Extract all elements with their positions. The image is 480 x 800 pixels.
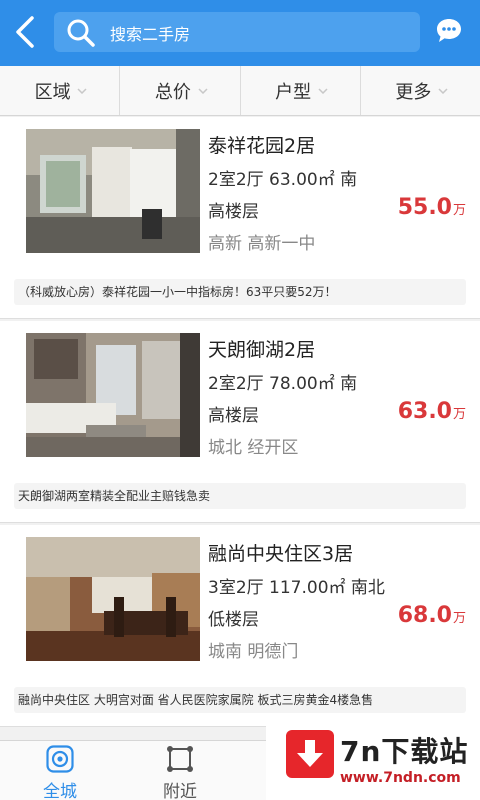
search-input[interactable]: 搜索二手房 xyxy=(54,12,420,52)
target-icon xyxy=(46,745,74,773)
filter-label: 总价 xyxy=(154,81,191,103)
price-value: 68.0 xyxy=(397,603,452,628)
filter-layout[interactable]: 户型 xyxy=(241,66,361,115)
listing-floor: 高楼层 xyxy=(208,406,259,426)
listing-layout: 2室2厅 63.00㎡ 南 xyxy=(208,170,358,190)
listing-layout: 3室2厅 117.00㎡ 南北 xyxy=(208,578,385,598)
listing-description: 融尚中央住区 大明宫对面 省人民医院家属院 板式三房黄金4楼急售 xyxy=(14,687,466,713)
filter-label: 户型 xyxy=(275,81,312,103)
back-chevron-icon[interactable] xyxy=(10,14,42,50)
tab-nearby[interactable]: 附近 xyxy=(120,741,240,800)
tab-label: 全城 xyxy=(43,782,77,800)
listing-layout: 2室2厅 78.00㎡ 南 xyxy=(208,374,358,394)
price-value: 55.0 xyxy=(397,195,452,220)
watermark-url: www.7ndn.com xyxy=(340,770,461,786)
listing-location: 城北 经开区 xyxy=(208,438,299,458)
caret-down-icon xyxy=(77,88,87,94)
listing-price: 63.0万 xyxy=(398,399,466,424)
listing-location: 高新 高新一中 xyxy=(208,234,316,254)
caret-down-icon xyxy=(197,88,208,94)
listing-title: 融尚中央住区3居 xyxy=(208,543,354,565)
search-icon xyxy=(66,18,96,48)
listing-description: 天朗御湖两室精装全配业主赔钱急卖 xyxy=(14,483,466,509)
site-watermark: 7n下载站 www.7ndn.com xyxy=(266,718,480,800)
chat-bubble-icon[interactable] xyxy=(434,16,464,46)
listing-price: 68.0万 xyxy=(398,603,466,628)
listing-item[interactable]: 融尚中央住区3居 3室2厅 117.00㎡ 南北 低楼层 城南 明德门 68.0… xyxy=(0,525,480,727)
tab-all-city[interactable]: 全城 xyxy=(0,741,120,800)
listing-list: 泰祥花园2居 2室2厅 63.00㎡ 南 高楼层 高新 高新一中 55.0万 （… xyxy=(0,117,480,727)
listing-floor: 低楼层 xyxy=(208,610,259,630)
filter-bar: 区域 总价 户型 更多 xyxy=(0,66,480,116)
listing-floor: 高楼层 xyxy=(208,202,259,222)
top-bar: 搜索二手房 xyxy=(0,0,480,66)
nearby-frame-icon xyxy=(166,745,194,773)
caret-down-icon xyxy=(438,88,448,94)
listing-photo xyxy=(26,537,200,661)
tab-label: 附近 xyxy=(163,782,197,800)
listing-title: 泰祥花园2居 xyxy=(208,135,316,157)
listing-item[interactable]: 泰祥花园2居 2室2厅 63.00㎡ 南 高楼层 高新 高新一中 55.0万 （… xyxy=(0,117,480,319)
caret-down-icon xyxy=(318,88,328,94)
listing-item[interactable]: 天朗御湖2居 2室2厅 78.00㎡ 南 高楼层 城北 经开区 63.0万 天朗… xyxy=(0,321,480,523)
listing-price: 55.0万 xyxy=(398,195,466,220)
watermark-title: 7n下载站 xyxy=(340,735,469,768)
filter-more[interactable]: 更多 xyxy=(361,66,480,115)
filter-label: 区域 xyxy=(34,81,71,103)
listing-photo xyxy=(26,333,200,457)
price-unit: 万 xyxy=(452,611,466,626)
listing-location: 城南 明德门 xyxy=(208,642,299,662)
filter-label: 更多 xyxy=(395,81,432,103)
download-arrow-icon xyxy=(286,730,334,778)
filter-area[interactable]: 区域 xyxy=(0,66,121,115)
price-unit: 万 xyxy=(452,203,466,218)
listing-title: 天朗御湖2居 xyxy=(208,339,316,361)
filter-price[interactable]: 总价 xyxy=(120,66,241,115)
price-unit: 万 xyxy=(452,407,466,422)
search-placeholder: 搜索二手房 xyxy=(110,25,191,44)
price-value: 63.0 xyxy=(397,399,452,424)
listing-photo xyxy=(26,129,200,253)
listing-description: （科威放心房）泰祥花园一小一中指标房！63平只要52万！ xyxy=(14,279,466,305)
